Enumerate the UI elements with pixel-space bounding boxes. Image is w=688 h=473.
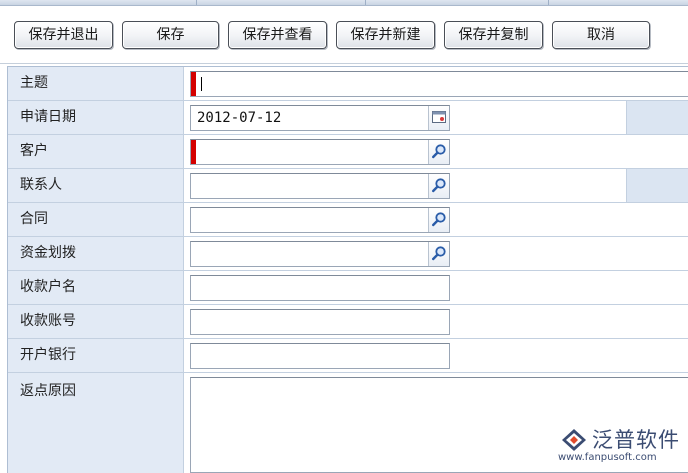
contract-input[interactable] xyxy=(190,207,450,233)
value-cell-fund-transfer xyxy=(185,237,688,270)
label-contact: 联系人 xyxy=(8,169,184,202)
apply-date-value: 2012-07-12 xyxy=(197,110,282,126)
value-cell-contract xyxy=(185,203,688,236)
value-cell-apply-date: 2012-07-12 xyxy=(185,101,688,134)
label-fund-transfer: 资金划拨 xyxy=(8,237,184,270)
value-cell-contact xyxy=(185,169,688,202)
magnifier-icon xyxy=(432,212,446,227)
fund-transfer-lookup-button[interactable] xyxy=(428,242,449,266)
date-picker-button[interactable] xyxy=(428,106,449,130)
logo-url: www.fanpusoft.com xyxy=(558,452,657,463)
label-payee-name: 收款户名 xyxy=(8,271,184,304)
label-rebate-reason: 返点原因 xyxy=(8,373,184,473)
contact-lookup-button[interactable] xyxy=(428,174,449,198)
label-bank: 开户银行 xyxy=(8,339,184,372)
cancel-button[interactable]: 取消 xyxy=(552,21,650,49)
value-cell-subject xyxy=(185,67,688,100)
required-marker xyxy=(191,72,196,96)
fund-transfer-input[interactable] xyxy=(190,241,450,267)
contact-input[interactable] xyxy=(190,173,450,199)
save-button[interactable]: 保存 xyxy=(122,21,219,49)
application-form: 主题 申请日期 2012-07-12 客户 联系人 合同 资金划拨 收款户名 收… xyxy=(7,66,688,473)
row-customer: 客户 xyxy=(8,135,688,169)
magnifier-icon xyxy=(432,178,446,193)
save-and-view-button[interactable]: 保存并查看 xyxy=(228,21,327,49)
row-bank: 开户银行 xyxy=(8,339,688,373)
payee-account-input[interactable] xyxy=(190,309,450,335)
fanpusoft-logo: 泛普软件 www.fanpusoft.com xyxy=(558,424,686,470)
payee-name-input[interactable] xyxy=(190,275,450,301)
row-contact: 联系人 xyxy=(8,169,688,203)
value-cell-payee-account xyxy=(185,305,688,338)
value-cell-customer xyxy=(185,135,688,168)
row-contract: 合同 xyxy=(8,203,688,237)
bank-input[interactable] xyxy=(190,343,450,369)
logo-mark-icon xyxy=(562,429,586,451)
contract-lookup-button[interactable] xyxy=(428,208,449,232)
text-caret xyxy=(201,77,202,91)
label-apply-date: 申请日期 xyxy=(8,101,184,134)
magnifier-icon xyxy=(432,246,446,261)
label-subject: 主题 xyxy=(8,67,184,100)
side-cell xyxy=(626,101,688,134)
label-contract: 合同 xyxy=(8,203,184,236)
row-payee-name: 收款户名 xyxy=(8,271,688,305)
side-cell xyxy=(626,169,688,202)
save-and-copy-button[interactable]: 保存并复制 xyxy=(444,21,543,49)
label-payee-account: 收款账号 xyxy=(8,305,184,338)
row-payee-account: 收款账号 xyxy=(8,305,688,339)
save-and-new-button[interactable]: 保存并新建 xyxy=(336,21,435,49)
required-marker xyxy=(191,140,196,164)
row-subject: 主题 xyxy=(8,67,688,101)
label-customer: 客户 xyxy=(8,135,184,168)
row-fund-transfer: 资金划拨 xyxy=(8,237,688,271)
logo-name: 泛普软件 xyxy=(592,428,680,452)
subject-input[interactable] xyxy=(190,71,688,97)
value-cell-bank xyxy=(185,339,688,372)
value-cell-payee-name xyxy=(185,271,688,304)
save-and-exit-button[interactable]: 保存并退出 xyxy=(14,21,113,49)
magnifier-icon xyxy=(432,144,446,159)
row-apply-date: 申请日期 2012-07-12 xyxy=(8,101,688,135)
customer-lookup-button[interactable] xyxy=(428,140,449,164)
toolbar: 保存并退出 保存 保存并查看 保存并新建 保存并复制 取消 xyxy=(0,6,688,64)
customer-input[interactable] xyxy=(190,139,450,165)
apply-date-input[interactable]: 2012-07-12 xyxy=(190,105,450,131)
calendar-icon xyxy=(432,111,446,123)
tab-divider xyxy=(196,0,197,5)
tab-divider xyxy=(548,0,549,5)
tab-divider xyxy=(365,0,366,5)
